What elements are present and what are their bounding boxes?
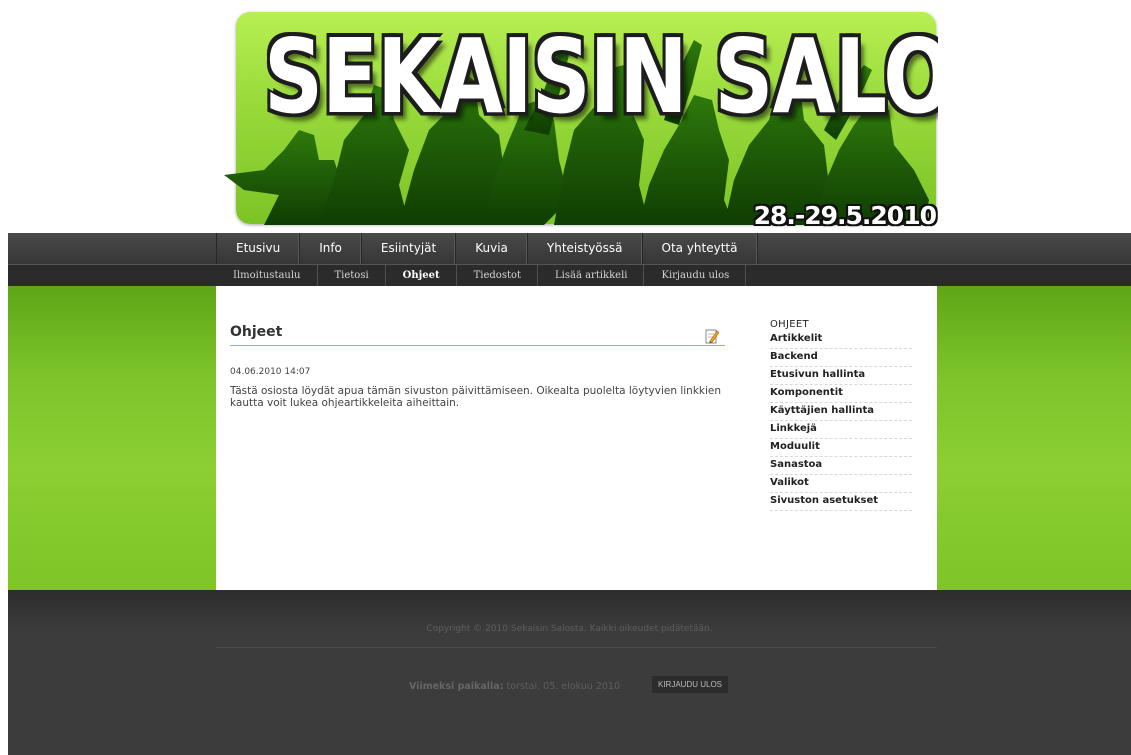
side-menu: OHJEET Artikkelit Backend Etusivun halli… (770, 318, 912, 511)
article-body: Tästä osiosta löydät apua tämän sivuston… (230, 385, 722, 409)
nav-item-etusivu[interactable]: Etusivu (217, 233, 301, 264)
subnav-item-lisaa-artikkeli[interactable]: Lisää artikkeli (538, 265, 645, 286)
side-menu-heading: OHJEET (770, 319, 809, 330)
main-nav: Etusivu Info Esiintyjät Kuvia Yhteistyös… (8, 233, 1131, 264)
banner-dates: 28.-29.5.2010 (753, 201, 937, 230)
article-title: Ohjeet (230, 324, 283, 340)
site-footer: Copyright © 2010 Sekaisin Salosta. Kaikk… (8, 590, 1131, 755)
side-item-komponentit[interactable]: Komponentit (770, 385, 912, 403)
banner-title: SEKAISIN SALOSTA (264, 18, 938, 137)
logout-button[interactable]: KIRJAUDU ULOS (652, 676, 729, 693)
sub-nav: Ilmoitustaulu Tietosi Ohjeet Tiedostot L… (8, 264, 1131, 286)
subnav-item-tietosi[interactable]: Tietosi (318, 265, 386, 286)
nav-item-kuvia[interactable]: Kuvia (456, 233, 528, 264)
nav-item-info[interactable]: Info (300, 233, 362, 264)
side-item-moduulit[interactable]: Moduulit (770, 439, 912, 457)
side-item-sivuston-asetukset[interactable]: Sivuston asetukset (770, 493, 912, 511)
main-content: Ohjeet 04.06.2010 14:07 Tästä osiosta lö… (216, 286, 937, 591)
side-item-artikkelit[interactable]: Artikkelit (770, 331, 912, 349)
side-item-linkkeja[interactable]: Linkkejä (770, 421, 912, 439)
subnav-item-tiedostot[interactable]: Tiedostot (457, 265, 539, 286)
subnav-item-ilmoitustaulu[interactable]: Ilmoitustaulu (216, 265, 318, 286)
nav-item-ota-yhteytta[interactable]: Ota yhteyttä (643, 233, 758, 264)
article-date: 04.06.2010 14:07 (230, 367, 311, 377)
side-item-sanastoa[interactable]: Sanastoa (770, 457, 912, 475)
last-seen-value: torstai, 05. elokuu 2010 (506, 681, 621, 692)
site-banner: SEKAISIN SALOSTA 28.-29.5.2010 (224, 10, 938, 230)
copyright-text: Copyright © 2010 Sekaisin Salosta. Kaikk… (426, 624, 713, 634)
nav-item-esiintyjat[interactable]: Esiintyjät (362, 233, 457, 264)
last-seen-label: Viimeksi paikalla: (409, 681, 504, 692)
last-seen: Viimeksi paikalla: torstai, 05. elokuu 2… (409, 681, 620, 692)
nav-item-yhteistyossa[interactable]: Yhteistyössä (528, 233, 643, 264)
side-item-etusivun-hallinta[interactable]: Etusivun hallinta (770, 367, 912, 385)
edit-icon[interactable] (705, 328, 720, 344)
subnav-item-ohjeet[interactable]: Ohjeet (386, 265, 457, 286)
subnav-item-kirjaudu-ulos[interactable]: Kirjaudu ulos (644, 265, 747, 286)
footer-divider (216, 647, 937, 648)
article-title-divider (230, 345, 725, 346)
side-item-valikot[interactable]: Valikot (770, 475, 912, 493)
side-item-kayttajien-hallinta[interactable]: Käyttäjien hallinta (770, 403, 912, 421)
side-item-backend[interactable]: Backend (770, 349, 912, 367)
